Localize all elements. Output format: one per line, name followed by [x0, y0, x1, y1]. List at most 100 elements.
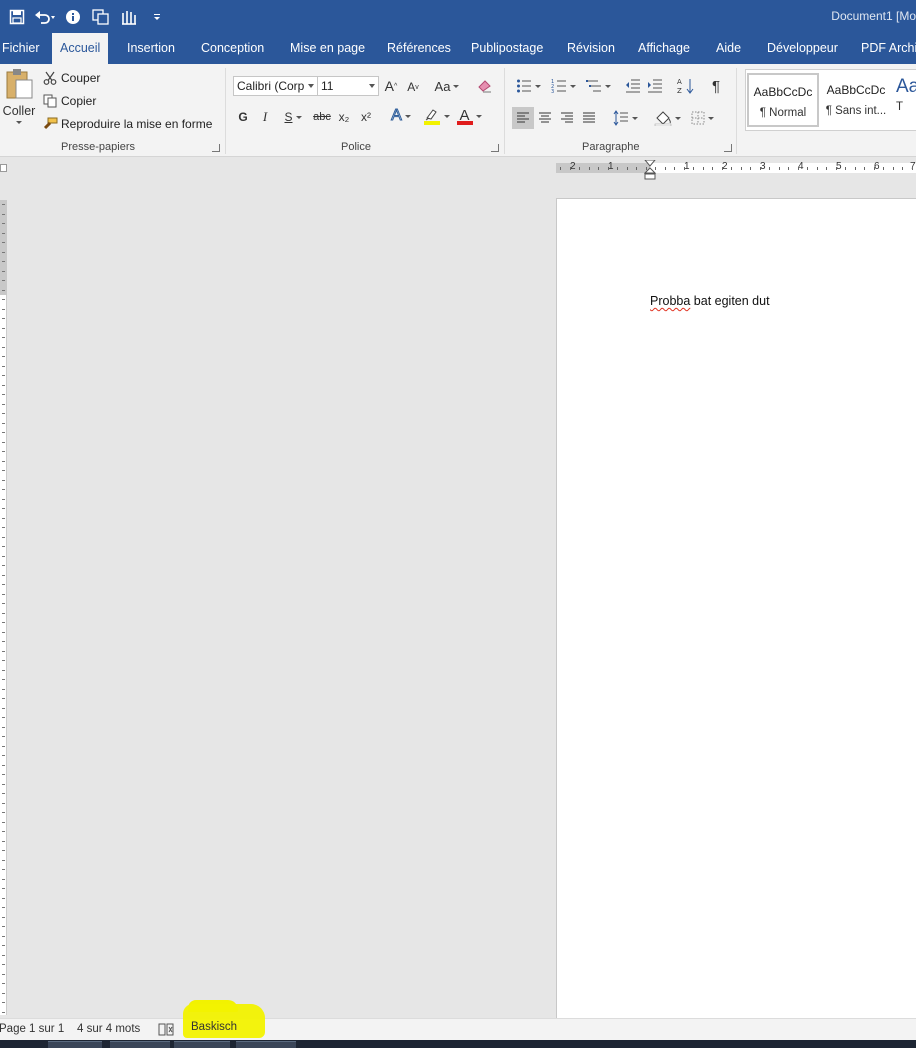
vertical-ruler[interactable]	[0, 200, 7, 1015]
cut-button[interactable]: Couper	[61, 71, 100, 85]
ruler-tick	[2, 736, 5, 737]
ruler-tick	[2, 365, 5, 367]
customize-icon[interactable]	[146, 6, 168, 28]
ruler-tick	[2, 698, 5, 699]
proofing-icon[interactable]	[158, 1022, 174, 1036]
multilevel-list-button[interactable]	[582, 76, 614, 96]
grow-font-button[interactable]: A ^	[383, 77, 399, 95]
shading-button[interactable]	[651, 107, 683, 129]
document-text[interactable]: Probba bat egiten dut	[650, 294, 770, 308]
align-right-icon[interactable]	[557, 107, 577, 129]
svg-text:A: A	[677, 78, 682, 86]
bold-button[interactable]: G	[235, 108, 251, 126]
subscript-button[interactable]: x₂	[335, 108, 353, 126]
borders-icon	[691, 111, 704, 125]
ruler-tick	[778, 167, 780, 170]
ruler-tick	[2, 821, 5, 823]
tab-conception[interactable]: Conception	[193, 33, 272, 64]
superscript-button[interactable]: x²	[357, 108, 375, 126]
font-launcher-icon[interactable]	[491, 144, 499, 152]
line-spacing-button[interactable]	[609, 107, 641, 129]
horizontal-ruler[interactable]: 2 1 1 2 3 4 5 6 7	[556, 160, 916, 180]
ruler-tick	[883, 167, 884, 170]
copy-pages-icon[interactable]	[90, 6, 112, 28]
paragraph-launcher-icon[interactable]	[724, 144, 732, 152]
taskbar-item[interactable]	[236, 1041, 296, 1048]
info-icon[interactable]	[62, 6, 84, 28]
ruler-tick	[2, 926, 5, 927]
shrink-font-button[interactable]: Av	[405, 78, 421, 96]
style-sans-interligne[interactable]: AaBbCcDc ¶ Sans int...	[821, 73, 891, 127]
align-left-icon[interactable]	[512, 107, 534, 129]
misspelled-word[interactable]: Probba	[650, 294, 690, 308]
indent-marker-icon[interactable]	[644, 160, 656, 180]
bullets-button[interactable]	[512, 76, 544, 96]
underline-button[interactable]: S	[279, 108, 307, 126]
tab-developpeur[interactable]: Développeur	[759, 33, 846, 64]
tab-mise-en-page[interactable]: Mise en page	[282, 33, 373, 64]
ruler-tick	[588, 167, 590, 170]
taskbar-item[interactable]	[174, 1041, 230, 1048]
ruler-tab-selector[interactable]	[0, 164, 7, 172]
ruler-tick	[2, 251, 5, 253]
clipboard-launcher-icon[interactable]	[212, 144, 220, 152]
language-indicator[interactable]: Baskisch	[191, 1021, 237, 1033]
ruler-tick	[2, 622, 5, 623]
tab-revision[interactable]: Révision	[559, 33, 623, 64]
clipboard-group-label: Presse-papiers	[61, 141, 135, 153]
word-count[interactable]: 4 sur 4 mots	[77, 1023, 140, 1035]
tab-accueil[interactable]: Accueil	[52, 33, 109, 64]
scissors-icon[interactable]	[42, 70, 58, 86]
save-icon[interactable]	[6, 6, 28, 28]
numbering-button[interactable]: 123	[547, 76, 579, 96]
text-effects-button[interactable]: A	[387, 106, 415, 126]
ruler-tick	[2, 907, 5, 908]
strikethrough-button[interactable]: abc	[311, 108, 333, 126]
taskbar-item[interactable]	[110, 1041, 170, 1048]
ruler-tick	[816, 167, 818, 170]
taskbar-item[interactable]	[48, 1041, 102, 1048]
increase-indent-icon[interactable]	[645, 76, 665, 96]
justify-icon[interactable]	[579, 107, 599, 129]
grow-font-icon: A	[384, 78, 395, 94]
tab-references[interactable]: Références	[379, 33, 459, 64]
show-marks-button[interactable]: ¶	[706, 75, 726, 97]
copy-button[interactable]: Copier	[61, 94, 96, 108]
copy-icon[interactable]	[42, 93, 58, 109]
font-color-button[interactable]: A	[453, 106, 485, 126]
align-center-icon[interactable]	[535, 107, 555, 129]
sort-icon[interactable]: AZ	[676, 75, 696, 97]
style-normal[interactable]: AaBbCcDc ¶ Normal	[747, 73, 819, 127]
format-painter-button[interactable]: Reproduire la mise en forme	[61, 117, 212, 131]
change-case-button[interactable]: Aa	[432, 77, 462, 95]
clear-formatting-button[interactable]	[476, 77, 494, 95]
page-count[interactable]: Page 1 sur 1	[0, 1023, 64, 1035]
borders-button[interactable]	[686, 107, 718, 129]
ruler-tick	[2, 831, 5, 832]
paste-button[interactable]: Coller	[2, 68, 36, 132]
style-name: ¶ Sans int...	[825, 105, 887, 117]
touch-mode-icon[interactable]	[118, 6, 140, 28]
paste-dropdown-icon[interactable]	[16, 121, 22, 124]
tab-insertion[interactable]: Insertion	[119, 33, 183, 64]
font-size-combo[interactable]: 11	[317, 76, 379, 96]
tab-publipostage[interactable]: Publipostage	[463, 33, 551, 64]
document-page[interactable]: Probba bat egiten dut	[556, 198, 916, 1018]
font-name-combo[interactable]: Calibri (Corp	[233, 76, 318, 96]
italic-button[interactable]: I	[257, 108, 273, 126]
tab-fichier[interactable]: Fichier	[0, 33, 48, 64]
highlight-button[interactable]	[420, 106, 452, 126]
tab-pdf-architect[interactable]: PDF Archit	[853, 33, 916, 64]
decrease-indent-icon[interactable]	[623, 76, 643, 96]
ruler-number: 4	[798, 161, 804, 172]
ruler-tick	[2, 859, 5, 861]
style-title[interactable]: Aa T	[893, 73, 916, 127]
ruler-tick	[2, 460, 5, 462]
tab-aide[interactable]: Aide	[708, 33, 749, 64]
ribbon: Coller Couper Copier Reproduire la mise …	[0, 64, 916, 157]
change-case-icon: Aa	[434, 78, 451, 94]
ruler-tick	[2, 489, 5, 490]
tab-affichage[interactable]: Affichage	[630, 33, 698, 64]
format-painter-icon[interactable]	[42, 116, 58, 132]
undo-icon[interactable]	[34, 6, 56, 28]
